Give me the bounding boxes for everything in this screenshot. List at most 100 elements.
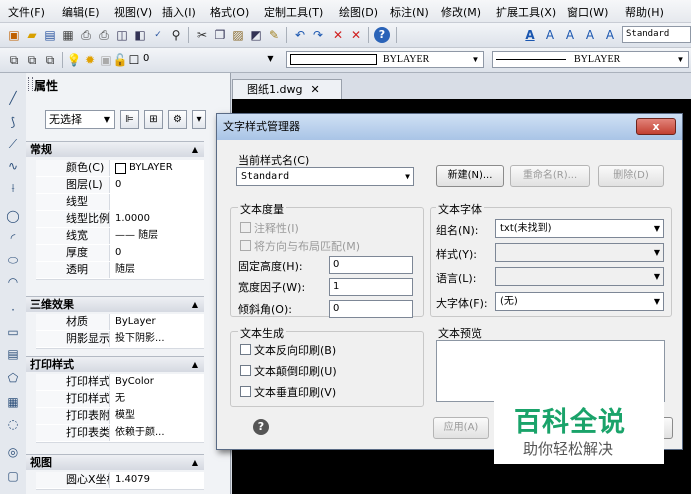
region-icon[interactable]: ⬠ (5, 370, 21, 386)
property-row[interactable]: 线型 (36, 194, 204, 212)
close-tab-icon[interactable]: ✕ (310, 83, 319, 96)
help-icon[interactable]: ? (253, 419, 269, 435)
menu-format[interactable]: 格式(O) (210, 4, 249, 20)
ellipse-arc-icon[interactable]: ◠ (5, 274, 21, 290)
section-3d-effects[interactable]: 三维效果 ▲ (26, 296, 204, 312)
menu-help[interactable]: 帮助(H) (625, 4, 664, 20)
fixed-height-input[interactable]: 0 (329, 256, 413, 274)
property-row[interactable]: 打印样式表无 (36, 391, 204, 409)
erase-icon[interactable]: ✕ (348, 27, 364, 43)
wipeout-icon[interactable]: ▢ (5, 468, 21, 484)
property-value[interactable]: —— 随层 (111, 228, 204, 244)
select-objects-button[interactable]: ⊞ (144, 110, 163, 129)
language-combo[interactable]: ▼ (495, 267, 664, 286)
property-value[interactable]: 投下阴影... (111, 331, 204, 347)
property-row[interactable]: 打印表类型依赖于颜... (36, 425, 204, 443)
property-row[interactable]: 厚度 0 (36, 245, 204, 263)
quick-select-button[interactable]: ⚙ (168, 110, 187, 129)
table-icon[interactable]: ▦ (5, 394, 21, 410)
menu-dimension[interactable]: 标注(N) (390, 4, 429, 20)
palette-grip[interactable] (28, 77, 33, 91)
dialog-close-button[interactable]: x (636, 118, 676, 135)
layer-on-icon[interactable]: 💡 (66, 52, 82, 68)
open-folder-icon[interactable]: ▰ (24, 27, 40, 43)
new-file-icon[interactable]: ▣ (6, 27, 22, 43)
property-row[interactable]: 颜色(C) BYLAYER (36, 160, 204, 178)
match-properties-icon[interactable]: ✎ (266, 27, 282, 43)
layer-combo[interactable]: 0 ▼ (140, 51, 278, 68)
bigfont-combo[interactable]: (无) ▼ (495, 292, 664, 311)
circle-icon[interactable]: ◯ (5, 208, 21, 224)
menu-custom-tools[interactable]: 定制工具(T) (264, 4, 323, 20)
rectangle-icon[interactable]: ▭ (5, 324, 21, 340)
new-style-button[interactable]: 新建(N)... (436, 165, 504, 187)
hatch-icon[interactable]: ▤ (5, 346, 21, 362)
property-value[interactable]: 随层 (111, 262, 204, 278)
property-row[interactable]: 圆心X坐标1.4079 (36, 472, 204, 490)
menu-draw[interactable]: 绘图(D) (339, 4, 378, 20)
print-icon[interactable]: ⎙ (78, 27, 94, 43)
paste-icon[interactable]: ▨ (230, 27, 246, 43)
redo-icon[interactable]: ↷ (310, 27, 326, 43)
delete-icon[interactable]: ✕ (330, 27, 346, 43)
filter-button[interactable]: ▾ (192, 110, 206, 129)
polyline-icon[interactable]: ⟆ (5, 114, 21, 130)
spline-icon[interactable]: ∿ (5, 158, 21, 174)
menu-extend-tools[interactable]: 扩展工具(X) (496, 4, 556, 20)
single-text-icon[interactable]: A (542, 27, 558, 43)
menu-insert[interactable]: 插入(I) (162, 4, 196, 20)
property-row[interactable]: 材质 ByLayer (36, 314, 204, 332)
paste-special-icon[interactable]: ◩ (248, 27, 264, 43)
scale-text-icon[interactable]: A (582, 27, 598, 43)
section-view[interactable]: 视图 ▲ (26, 454, 204, 470)
property-value[interactable]: 0 (111, 245, 204, 261)
plot-icon[interactable]: ⎙ (96, 27, 112, 43)
property-value[interactable]: ByColor (111, 374, 204, 390)
layer-previous-icon[interactable]: ⧉ (42, 52, 58, 68)
print-preview-icon[interactable]: ◫ (114, 27, 130, 43)
spell-check-icon[interactable]: ✓ (150, 27, 166, 43)
text-style-combo[interactable]: Standard (622, 26, 691, 43)
property-value[interactable]: 1.4079 (111, 472, 204, 488)
property-value[interactable]: BYLAYER (111, 160, 204, 176)
menu-modify[interactable]: 修改(M) (441, 4, 481, 20)
justify-text-icon[interactable]: A (602, 27, 618, 43)
save-icon[interactable]: ▤ (42, 27, 58, 43)
layer-freeze-icon[interactable]: ✹ (82, 52, 98, 68)
oblique-angle-input[interactable]: 0 (329, 300, 413, 318)
delete-style-button[interactable]: 删除(D) (598, 165, 664, 187)
menu-window[interactable]: 窗口(W) (567, 4, 608, 20)
revcloud-icon[interactable]: ⟊ (5, 180, 21, 196)
property-value[interactable]: ByLayer (111, 314, 204, 330)
property-row[interactable]: 阴影显示 投下阴影... (36, 331, 204, 349)
text-style-icon[interactable]: A (522, 27, 538, 43)
arc-icon[interactable]: ◜ (5, 230, 21, 246)
apply-button[interactable]: 应用(A) (433, 417, 489, 439)
find-icon[interactable]: ⚲ (168, 27, 184, 43)
point-icon[interactable]: · (5, 302, 21, 318)
save-as-icon[interactable]: ▦ (60, 27, 76, 43)
publish-icon[interactable]: ◧ (132, 27, 148, 43)
help-icon[interactable]: ? (374, 27, 390, 43)
dialog-title-bar[interactable]: 文字样式管理器 (217, 114, 682, 140)
line-icon[interactable]: ╱ (5, 90, 21, 106)
font-name-combo[interactable]: txt(未找到) ▼ (495, 219, 664, 238)
menu-file[interactable]: 文件(F) (8, 4, 45, 20)
property-row[interactable]: 打印样式 ByColor (36, 374, 204, 392)
property-row[interactable]: 透明 随层 (36, 262, 204, 280)
property-row[interactable]: 线型比例 1.0000 (36, 211, 204, 229)
property-value[interactable] (111, 194, 204, 210)
rename-style-button[interactable]: 重命名(R)... (510, 165, 590, 187)
undo-icon[interactable]: ↶ (292, 27, 308, 43)
donut-icon[interactable]: ◎ (5, 444, 21, 460)
current-style-combo[interactable]: Standard ▼ (236, 167, 414, 186)
section-plot-style[interactable]: 打印样式 ▲ (26, 356, 204, 372)
backwards-checkbox[interactable] (240, 344, 251, 355)
property-value[interactable]: 依赖于颜... (111, 425, 204, 441)
property-row[interactable]: 图层(L) 0 (36, 177, 204, 195)
width-factor-input[interactable]: 1 (329, 278, 413, 296)
menu-edit[interactable]: 编辑(E) (62, 4, 100, 20)
menu-view[interactable]: 视图(V) (114, 4, 152, 20)
linetype-combo[interactable]: BYLAYER ▼ (492, 51, 689, 68)
property-value[interactable]: 1.0000 (111, 211, 204, 227)
